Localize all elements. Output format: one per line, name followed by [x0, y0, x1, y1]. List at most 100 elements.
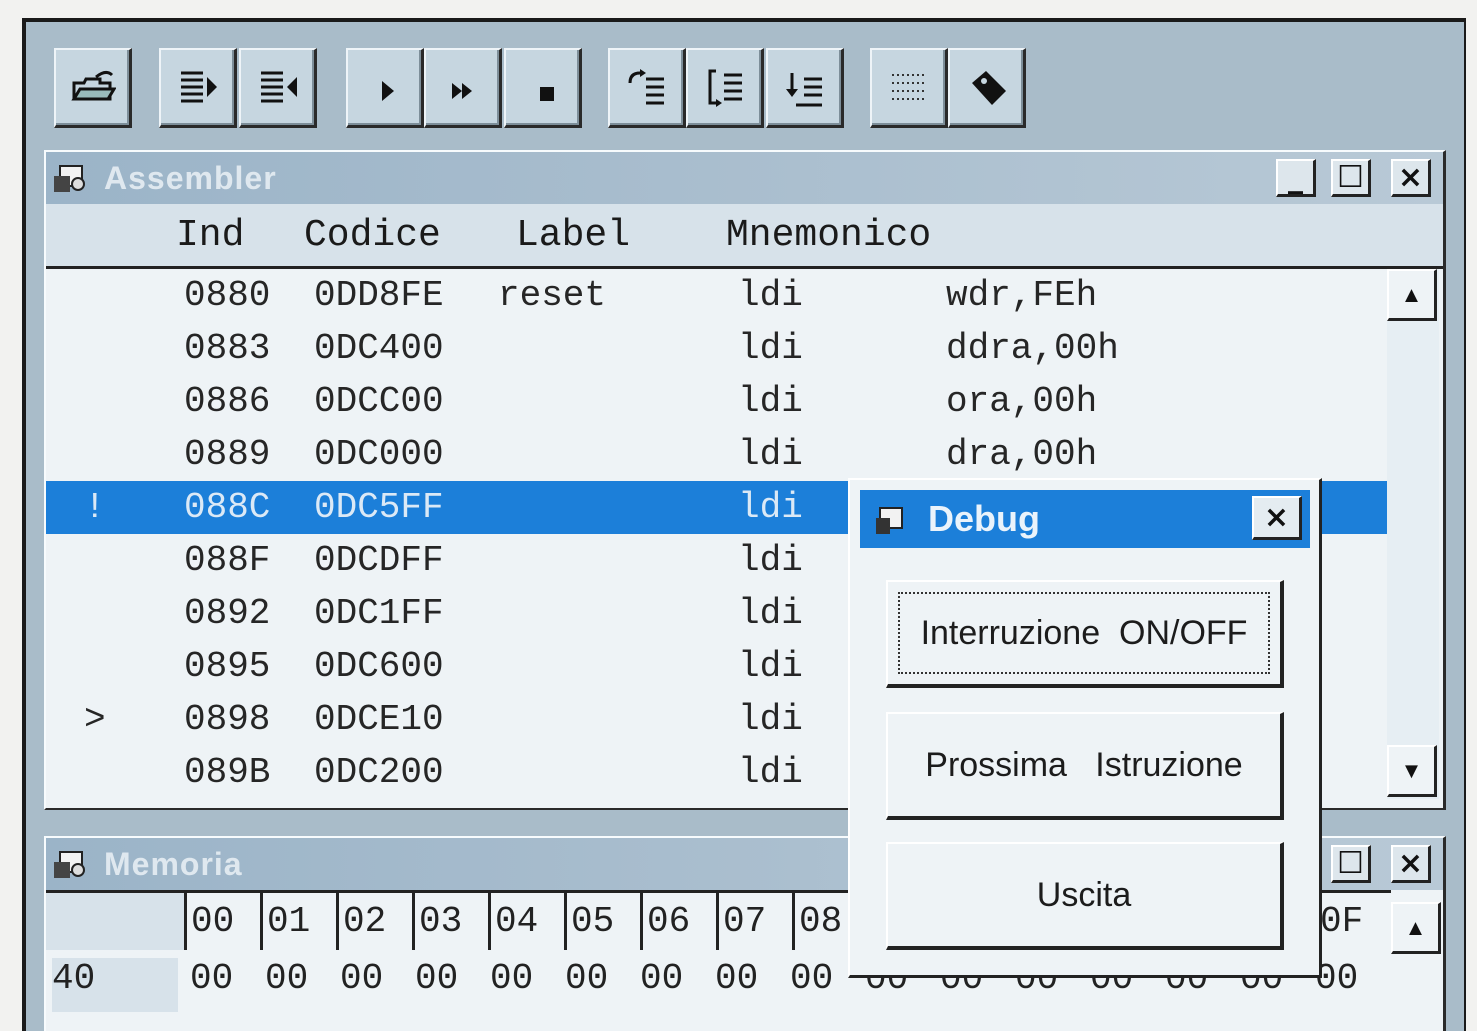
- breakpoint-button[interactable]: [948, 48, 1026, 128]
- app-icon: [54, 851, 85, 878]
- memory-cell[interactable]: 00: [565, 958, 608, 999]
- memoria-title: Memoria: [104, 846, 243, 882]
- row-op: ldi: [738, 434, 803, 475]
- table-row[interactable]: 0886 0DCC00 ldi ora,00h: [46, 375, 1391, 428]
- fast-forward-icon: [451, 82, 472, 99]
- row-op: ldi: [738, 381, 803, 422]
- col-codice[interactable]: Codice: [304, 214, 441, 257]
- interrupt-toggle-button[interactable]: Interruzione ON/OFF: [886, 580, 1284, 688]
- row-label: reset: [498, 275, 607, 316]
- next-instruction-button[interactable]: Prossima Istruzione: [886, 712, 1284, 820]
- row-ind: 0889: [184, 434, 271, 475]
- exit-button[interactable]: Uscita: [886, 842, 1284, 950]
- memory-cell[interactable]: 00: [340, 958, 383, 999]
- row-ind: 0886: [184, 381, 271, 422]
- vertical-scrollbar[interactable]: ▲ ▼: [1387, 269, 1439, 799]
- assembler-titlebar[interactable]: Assembler _ ☐ ×: [46, 152, 1443, 204]
- row-codice: 0DC600: [314, 646, 444, 687]
- debug-title: Debug: [928, 498, 1040, 539]
- column-header: Ind Codice Label Mnemonico: [46, 204, 1443, 269]
- close-icon: ×: [1397, 160, 1424, 195]
- memory-col-header: 07: [716, 890, 792, 950]
- step-out-icon: [260, 71, 297, 102]
- step-return-list-button[interactable]: [766, 48, 844, 128]
- row-ind: 0898: [184, 699, 271, 740]
- stop-button[interactable]: [504, 48, 582, 128]
- step-into-icon: [180, 71, 217, 102]
- memory-col-header: 06: [640, 890, 716, 950]
- step-out-button[interactable]: [239, 48, 317, 128]
- col-mnemonico[interactable]: Mnemonico: [726, 214, 931, 257]
- memory-cell[interactable]: 00: [490, 958, 533, 999]
- row-op: ldi: [738, 699, 803, 740]
- fast-forward-button[interactable]: [424, 48, 502, 128]
- row-ind: 0892: [184, 593, 271, 634]
- step-back-list-button[interactable]: [608, 48, 686, 128]
- row-op: ldi: [738, 275, 803, 316]
- dotted-list-icon: [891, 73, 926, 100]
- row-op: ldi: [738, 487, 803, 528]
- table-row[interactable]: 0889 0DC000 ldi dra,00h: [46, 428, 1391, 481]
- row-args: wdr,FEh: [946, 275, 1098, 316]
- row-ind: 0895: [184, 646, 271, 687]
- close-button[interactable]: ×: [1391, 159, 1431, 197]
- close-icon: ×: [1263, 500, 1290, 535]
- row-marker: !: [84, 487, 106, 528]
- scroll-up-button[interactable]: ▲: [1387, 269, 1437, 321]
- row-codice: 0DCC00: [314, 381, 444, 422]
- row-args: ora,00h: [946, 381, 1098, 422]
- toolbar: [28, 30, 1458, 142]
- row-ind: 0880: [184, 275, 271, 316]
- play-icon: [381, 80, 394, 101]
- open-button[interactable]: [54, 48, 132, 128]
- arrow-down-icon: ▼: [1400, 757, 1423, 783]
- debug-titlebar[interactable]: Debug ×: [860, 490, 1310, 548]
- row-codice: 0DC1FF: [314, 593, 444, 634]
- run-button[interactable]: [346, 48, 424, 128]
- row-codice: 0DCDFF: [314, 540, 444, 581]
- table-row[interactable]: 0880 0DD8FE reset ldi wdr,FEh: [46, 269, 1391, 322]
- memory-col-header: 00: [184, 890, 260, 950]
- row-ind: 0883: [184, 328, 271, 369]
- row-ind: 088C: [184, 487, 271, 528]
- row-op: ldi: [738, 752, 803, 793]
- table-row[interactable]: 0883 0DC400 ldi ddra,00h: [46, 322, 1391, 375]
- memory-col-header: 02: [336, 890, 412, 950]
- row-ind: 088F: [184, 540, 271, 581]
- assembler-title: Assembler: [104, 160, 277, 196]
- row-op: ldi: [738, 593, 803, 634]
- row-op: ldi: [738, 540, 803, 581]
- memory-cell[interactable]: 00: [190, 958, 233, 999]
- row-ind: 089B: [184, 752, 271, 793]
- maximize-button[interactable]: ☐: [1331, 845, 1371, 883]
- row-marker: >: [84, 699, 106, 740]
- row-args: dra,00h: [946, 434, 1098, 475]
- close-icon: ×: [1397, 846, 1424, 881]
- minimize-button[interactable]: _: [1276, 159, 1316, 197]
- minimize-icon: _: [1288, 160, 1303, 195]
- maximize-button[interactable]: ☐: [1331, 159, 1371, 197]
- step-into-button[interactable]: [159, 48, 237, 128]
- col-ind[interactable]: Ind: [176, 214, 244, 257]
- col-label[interactable]: Label: [516, 214, 630, 257]
- stop-icon: [539, 86, 554, 101]
- memory-cell[interactable]: 00: [715, 958, 758, 999]
- memory-cell[interactable]: 00: [265, 958, 308, 999]
- debug-app-icon: [876, 507, 903, 534]
- debug-close-button[interactable]: ×: [1252, 496, 1302, 540]
- step-over-list-button[interactable]: [686, 48, 764, 128]
- memory-corner: [46, 890, 184, 950]
- scroll-down-button[interactable]: ▼: [1387, 745, 1437, 797]
- memory-cell[interactable]: 00: [640, 958, 683, 999]
- memory-scroll-up-button[interactable]: ▲: [1391, 902, 1441, 954]
- dotted-list-button[interactable]: [870, 48, 948, 128]
- row-op: ldi: [738, 646, 803, 687]
- memory-cell[interactable]: 00: [790, 958, 833, 999]
- arrow-up-icon: ▲: [1404, 914, 1427, 940]
- memory-row-address: 40: [52, 958, 178, 1012]
- close-button[interactable]: ×: [1391, 845, 1431, 883]
- row-codice: 0DC400: [314, 328, 444, 369]
- memory-col-header: 05: [564, 890, 640, 950]
- row-op: ldi: [738, 328, 803, 369]
- memory-cell[interactable]: 00: [415, 958, 458, 999]
